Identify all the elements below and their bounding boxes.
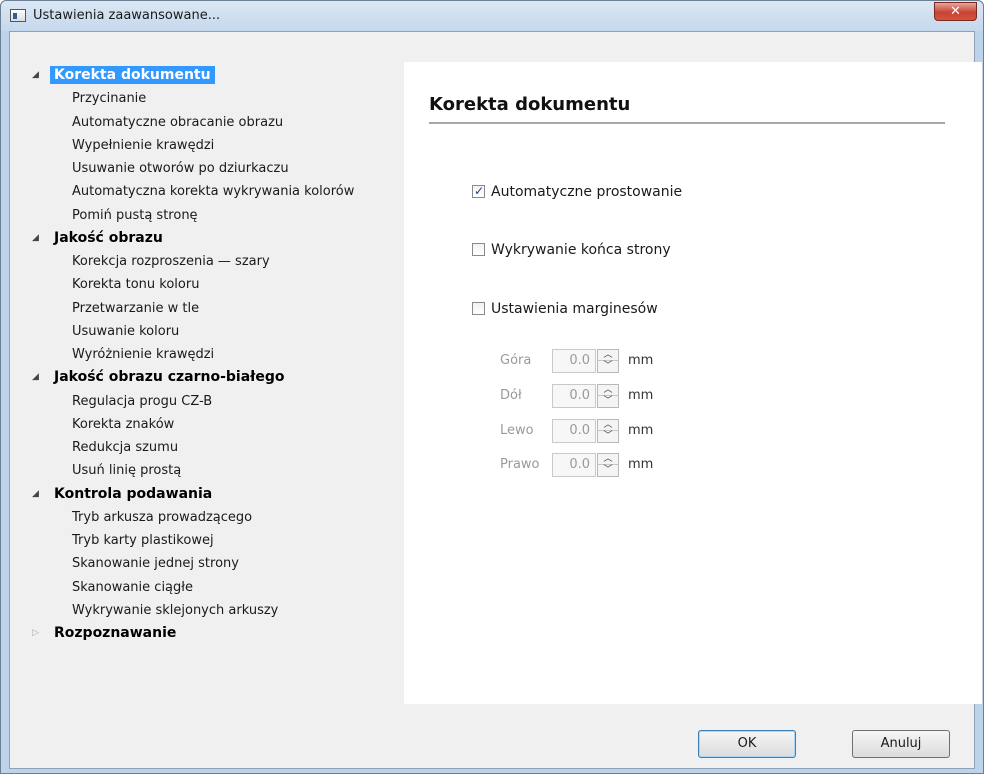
tree-item[interactable]: Regulacja progu CZ-B <box>72 391 212 412</box>
tree-item[interactable]: Skanowanie ciągłe <box>72 577 193 598</box>
window-title: Ustawienia zaawansowane... <box>33 8 221 23</box>
dialog-window: Ustawienia zaawansowane... ✕ ◢ Korekta do… <box>0 0 984 774</box>
tree-category[interactable]: Jakość obrazu czarno-białego <box>54 367 285 388</box>
spin-up-icon[interactable]: ︿ <box>598 454 618 465</box>
margin-top-input[interactable]: 0.0 <box>552 349 596 373</box>
tree-category[interactable]: Kontrola podawania <box>54 484 212 505</box>
tree-item[interactable]: Wykrywanie sklejonych arkuszy <box>72 600 278 621</box>
expanded-triangle-icon[interactable]: ◢ <box>32 65 42 86</box>
tree-item[interactable]: Korekcja rozproszenia — szary <box>72 251 270 272</box>
settings-panel: Korekta dokumentu Automatyczne prostowan… <box>404 62 982 704</box>
dialog-client-area: ◢ Korekta dokumentu Przycinanie Automatyczn… <box>9 31 982 769</box>
expanded-triangle-icon[interactable]: ◢ <box>32 228 42 249</box>
tree-item[interactable]: Usuwanie koloru <box>72 321 179 342</box>
margin-right-unit: mm <box>628 457 654 472</box>
tree-category-label: Rozpoznawanie <box>54 625 177 641</box>
page-end-detection-label: Wykrywanie końca strony <box>491 242 671 258</box>
tree-item[interactable]: Pomiń pustą stronę <box>72 205 198 226</box>
tree-category-label: Jakość obrazu <box>54 229 163 246</box>
margin-settings-checkbox[interactable] <box>472 302 485 315</box>
spin-down-icon[interactable]: ﹀ <box>598 465 618 476</box>
margin-left-label: Lewo <box>500 423 534 438</box>
panel-title-divider <box>429 122 945 124</box>
tree-item[interactable]: Tryb karty plastikowej <box>72 530 214 551</box>
spin-down-icon[interactable]: ﹀ <box>598 396 618 407</box>
ok-button[interactable]: OK <box>698 730 796 758</box>
tree-item[interactable]: Automatyczna korekta wykrywania kolorów <box>72 181 354 202</box>
auto-deskew-label: Automatyczne prostowanie <box>491 184 683 200</box>
tree-category-label: Kontrola podawania <box>54 485 213 502</box>
collapsed-triangle-icon[interactable]: ▷ <box>32 623 42 644</box>
auto-deskew-checkbox[interactable] <box>472 183 485 199</box>
spin-down-icon[interactable]: ﹀ <box>598 361 618 372</box>
tree-item[interactable]: Tryb arkusza prowadzącego <box>72 507 252 528</box>
margin-settings-checkbox-row[interactable]: Ustawienia marginesów <box>472 301 658 319</box>
tree-item[interactable]: Przycinanie <box>72 88 146 109</box>
panel-title: Korekta dokumentu <box>429 94 631 115</box>
tree-item[interactable]: Przetwarzanie w tle <box>72 298 199 319</box>
tree-category-label: Jakość obrazu czarno-białego <box>54 369 285 386</box>
tree-item[interactable]: Redukcja szumu <box>72 437 178 458</box>
auto-deskew-checkbox-row[interactable]: Automatyczne prostowanie <box>472 183 683 202</box>
window-app-icon <box>10 9 26 22</box>
margin-top-spinner[interactable]: ︿ ﹀ <box>597 349 619 373</box>
expanded-triangle-icon[interactable]: ◢ <box>32 484 42 505</box>
margin-bottom-spinner[interactable]: ︿ ﹀ <box>597 384 619 408</box>
spin-up-icon[interactable]: ︿ <box>598 350 618 361</box>
margin-bottom-label: Dół <box>500 388 522 403</box>
tree-item[interactable]: Automatyczne obracanie obrazu <box>72 112 283 133</box>
tree-category-label: Korekta dokumentu <box>50 66 215 84</box>
tree-category[interactable]: Korekta dokumentu <box>50 65 215 86</box>
margin-top-label: Góra <box>500 353 532 368</box>
margin-top-unit: mm <box>628 353 654 368</box>
spin-up-icon[interactable]: ︿ <box>598 420 618 431</box>
tree-item[interactable]: Korekta tonu koloru <box>72 274 199 295</box>
tree-item[interactable]: Wyróżnienie krawędzi <box>72 344 214 365</box>
expanded-triangle-icon[interactable]: ◢ <box>32 367 42 388</box>
margin-right-label: Prawo <box>500 457 540 472</box>
margin-bottom-unit: mm <box>628 388 654 403</box>
margin-right-input[interactable]: 0.0 <box>552 453 596 477</box>
tree-item[interactable]: Skanowanie jednej strony <box>72 553 239 574</box>
page-end-detection-checkbox[interactable] <box>472 243 485 256</box>
margin-left-spinner[interactable]: ︿ ﹀ <box>597 419 619 443</box>
margin-settings-label: Ustawienia marginesów <box>491 301 658 317</box>
margin-left-input[interactable]: 0.0 <box>552 419 596 443</box>
margin-bottom-input[interactable]: 0.0 <box>552 384 596 408</box>
tree-item[interactable]: Usuwanie otworów po dziurkaczu <box>72 158 289 179</box>
tree-item[interactable]: Usuń linię prostą <box>72 460 181 481</box>
page-end-detection-checkbox-row[interactable]: Wykrywanie końca strony <box>472 242 671 260</box>
tree-category[interactable]: Jakość obrazu <box>54 228 163 249</box>
close-button[interactable]: ✕ <box>934 2 977 21</box>
settings-tree: ◢ Korekta dokumentu Przycinanie Automatyczn… <box>10 32 402 704</box>
margin-left-unit: mm <box>628 423 654 438</box>
spin-up-icon[interactable]: ︿ <box>598 385 618 396</box>
cancel-button[interactable]: Anuluj <box>852 730 950 758</box>
tree-item[interactable]: Wypełnienie krawędzi <box>72 135 214 156</box>
title-bar[interactable]: Ustawienia zaawansowane... ✕ <box>1 1 983 31</box>
margin-right-spinner[interactable]: ︿ ﹀ <box>597 453 619 477</box>
spin-down-icon[interactable]: ﹀ <box>598 431 618 442</box>
tree-category[interactable]: Rozpoznawanie <box>54 623 176 644</box>
tree-item[interactable]: Korekta znaków <box>72 414 174 435</box>
